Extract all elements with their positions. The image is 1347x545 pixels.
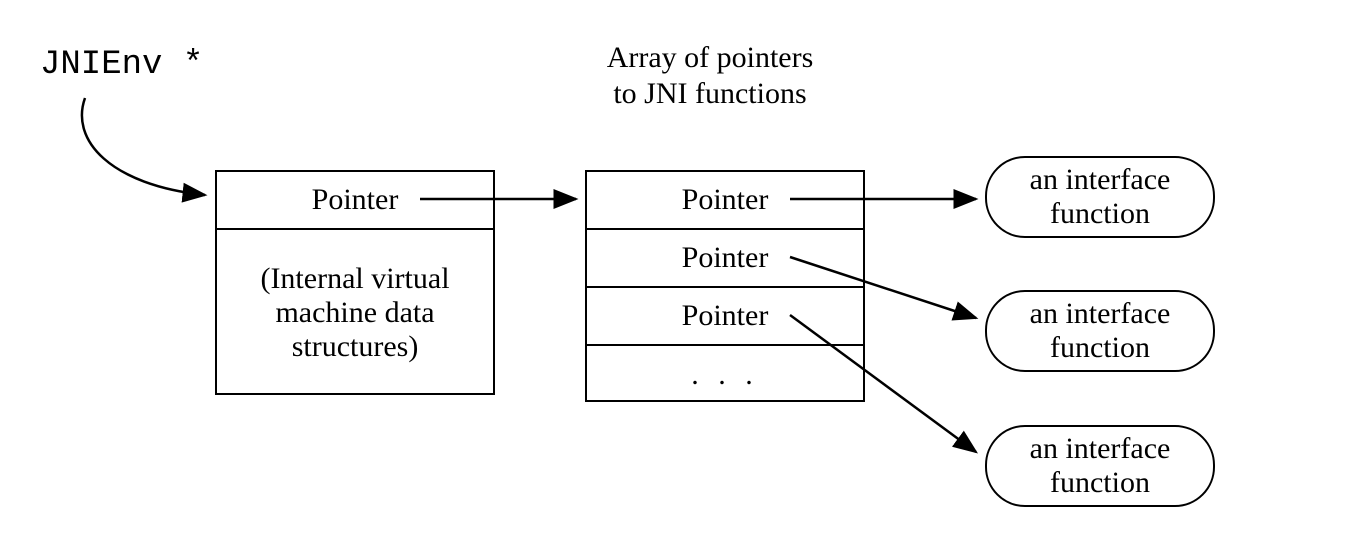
array-cell-1: Pointer xyxy=(587,230,863,288)
array-title-line2: to JNI functions xyxy=(613,77,806,110)
arrow-jnienv-to-box xyxy=(82,98,205,195)
jnienv-label: JNIEnv * xyxy=(40,45,203,86)
array-title: Array of pointers to JNI functions xyxy=(550,40,870,112)
internal-line1: (Internal virtual xyxy=(260,262,449,296)
array-cell-ellipsis: . . . xyxy=(587,346,863,404)
if0-line1: an interface xyxy=(1030,163,1171,196)
internal-line3: structures) xyxy=(292,330,419,364)
array-title-line1: Array of pointers xyxy=(607,41,814,74)
if1-line2: function xyxy=(1050,331,1150,364)
if1-line1: an interface xyxy=(1030,297,1171,330)
jnienv-struct-box: Pointer (Internal virtual machine data s… xyxy=(215,170,495,395)
jnienv-internal-cell: (Internal virtual machine data structure… xyxy=(217,230,493,395)
if2-line2: function xyxy=(1050,466,1150,499)
interface-function-2: an interface function xyxy=(985,425,1215,507)
array-cell-0: Pointer xyxy=(587,172,863,230)
if2-line1: an interface xyxy=(1030,432,1171,465)
jnienv-pointer-cell: Pointer xyxy=(217,172,493,230)
if0-line2: function xyxy=(1050,197,1150,230)
interface-function-1: an interface function xyxy=(985,290,1215,372)
function-table-box: Pointer Pointer Pointer . . . xyxy=(585,170,865,402)
array-cell-2: Pointer xyxy=(587,288,863,346)
interface-function-0: an interface function xyxy=(985,156,1215,238)
internal-line2: machine data xyxy=(275,296,434,330)
